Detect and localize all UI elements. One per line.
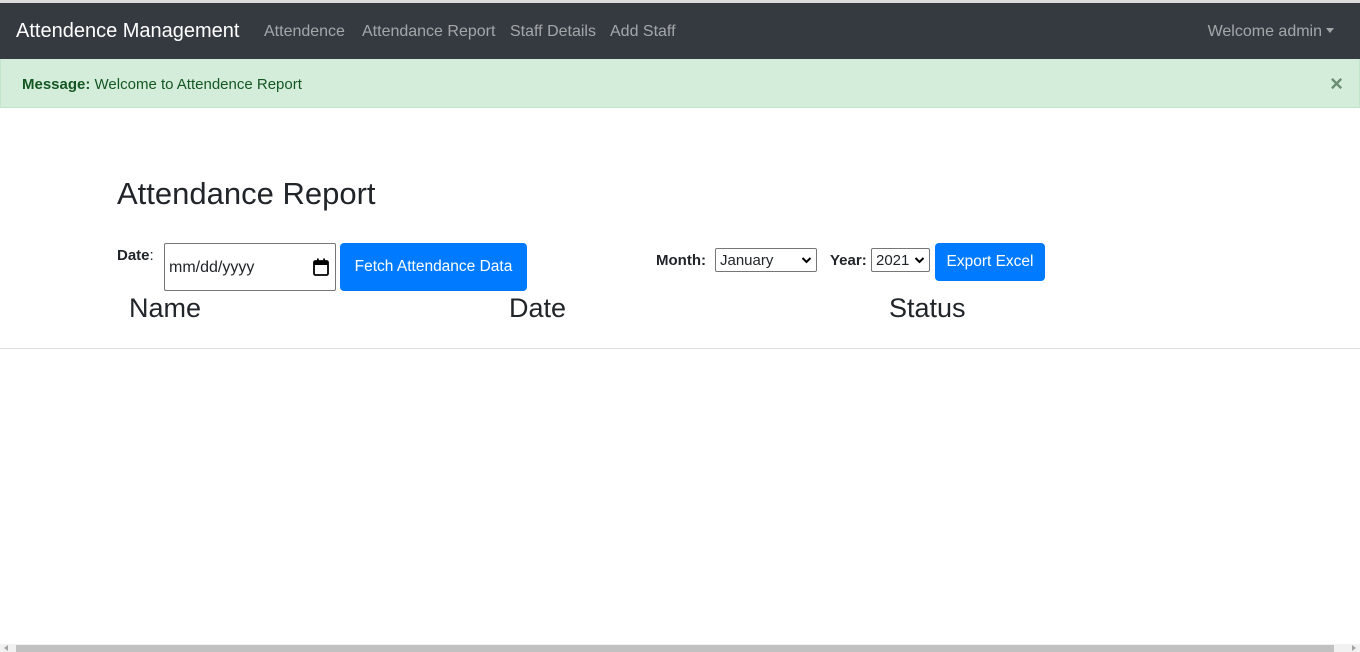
date-label-group: Date: bbox=[117, 247, 154, 264]
nav-link-staff-details[interactable]: Staff Details bbox=[510, 23, 596, 41]
table-header-date: Date bbox=[509, 293, 567, 323]
alert-text: Welcome to Attendence Report bbox=[90, 76, 302, 93]
alert-strong-label: Message: bbox=[22, 76, 91, 93]
month-label: Month: bbox=[656, 252, 706, 269]
scroll-left-icon[interactable] bbox=[4, 645, 8, 651]
page-title: Attendance Report bbox=[117, 176, 376, 211]
year-select-value: 2021 bbox=[876, 252, 910, 269]
calendar-icon[interactable] bbox=[313, 258, 329, 276]
user-menu-dropdown[interactable]: Welcome admin bbox=[1208, 23, 1334, 41]
user-menu-label: Welcome admin bbox=[1207, 23, 1322, 40]
nav-link-attendance-report[interactable]: Attendance Report bbox=[362, 23, 495, 41]
message-alert: Message: Welcome to Attendence Report × bbox=[0, 59, 1360, 108]
year-label: Year: bbox=[830, 252, 867, 269]
table-header-status: Status bbox=[889, 293, 966, 323]
navbar-brand[interactable]: Attendence Management bbox=[16, 20, 240, 43]
date-label: Date bbox=[117, 247, 150, 264]
chevron-down-icon bbox=[914, 257, 925, 264]
scroll-right-icon[interactable] bbox=[1352, 645, 1356, 651]
date-input-placeholder: mm/dd/yyyy bbox=[169, 259, 255, 276]
year-select[interactable]: 2021 bbox=[871, 248, 930, 272]
date-input[interactable]: mm/dd/yyyy bbox=[164, 243, 336, 291]
export-excel-button[interactable]: Export Excel bbox=[935, 243, 1045, 281]
table-header-divider bbox=[0, 348, 1360, 349]
nav-link-attendence[interactable]: Attendence bbox=[264, 23, 345, 41]
date-label-colon: : bbox=[149, 247, 154, 264]
navbar: Attendence Management Attendence Attenda… bbox=[0, 3, 1360, 59]
close-icon[interactable]: × bbox=[1330, 73, 1343, 95]
caret-down-icon bbox=[1326, 28, 1334, 33]
horizontal-scrollbar[interactable] bbox=[0, 644, 1360, 652]
nav-link-add-staff[interactable]: Add Staff bbox=[610, 23, 676, 41]
month-select[interactable]: January bbox=[715, 248, 817, 272]
alert-message: Message: Welcome to Attendence Report bbox=[22, 76, 302, 93]
chevron-down-icon bbox=[801, 257, 812, 264]
scrollbar-thumb[interactable] bbox=[16, 645, 1334, 652]
fetch-attendance-button[interactable]: Fetch Attendance Data bbox=[340, 243, 527, 291]
table-header-name: Name bbox=[129, 293, 202, 323]
month-select-value: January bbox=[720, 252, 774, 269]
